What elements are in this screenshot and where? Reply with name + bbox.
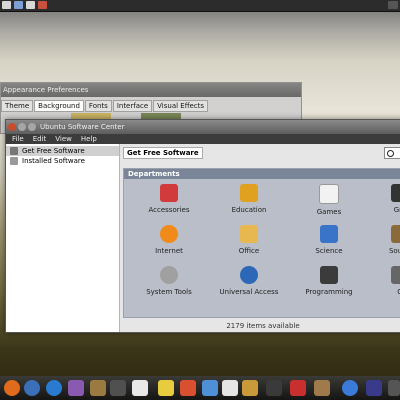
science-icon bbox=[320, 225, 338, 243]
department-education[interactable]: Education bbox=[214, 184, 284, 214]
department-accessories[interactable]: Accessories bbox=[134, 184, 204, 214]
search-icon bbox=[387, 149, 394, 157]
breadcrumb[interactable]: Get Free Software bbox=[123, 147, 203, 159]
app-launcher-icon[interactable] bbox=[38, 1, 47, 9]
sidebar-item-installed-software[interactable]: Installed Software bbox=[6, 156, 119, 166]
sidebar: Get Free Software Installed Software bbox=[6, 144, 120, 332]
thunderbird-icon[interactable] bbox=[24, 380, 40, 396]
department-office[interactable]: Office bbox=[214, 225, 284, 255]
programming-icon bbox=[320, 266, 338, 284]
office-icon bbox=[240, 225, 258, 243]
departments-panel: Departments Accessories Education Games … bbox=[123, 168, 400, 318]
accessories-icon bbox=[160, 184, 178, 202]
department-sound-video[interactable]: Sound bbox=[365, 225, 400, 255]
minimize-button[interactable] bbox=[18, 123, 26, 131]
power-icon[interactable] bbox=[388, 380, 400, 396]
firefox-icon[interactable] bbox=[4, 380, 20, 396]
applications-menu-icon[interactable] bbox=[2, 1, 11, 9]
top-panel bbox=[0, 0, 400, 12]
menu-help[interactable]: Help bbox=[81, 135, 97, 143]
department-science[interactable]: Science bbox=[294, 225, 364, 255]
ipod-icon[interactable] bbox=[132, 380, 148, 396]
network-icon[interactable] bbox=[46, 380, 62, 396]
tools-icon[interactable] bbox=[290, 380, 306, 396]
notes-icon[interactable] bbox=[158, 380, 174, 396]
search-input[interactable] bbox=[384, 147, 400, 159]
department-programming[interactable]: Programming bbox=[294, 266, 364, 296]
menu-view[interactable]: View bbox=[55, 135, 72, 143]
tab-background[interactable]: Background bbox=[34, 100, 84, 112]
department-other[interactable]: O bbox=[365, 266, 400, 296]
writer-icon[interactable] bbox=[222, 380, 238, 396]
tab-visual-effects[interactable]: Visual Effects bbox=[153, 100, 209, 112]
sound-icon bbox=[391, 225, 400, 243]
music-icon[interactable] bbox=[266, 380, 282, 396]
pidgin-icon[interactable] bbox=[68, 380, 84, 396]
files-launcher-icon[interactable] bbox=[26, 1, 35, 9]
internet-icon bbox=[160, 225, 178, 243]
tab-theme[interactable]: Theme bbox=[1, 100, 34, 112]
status-bar: 2179 items available bbox=[226, 322, 300, 330]
folder-icon[interactable] bbox=[242, 380, 258, 396]
department-graphics[interactable]: Gra bbox=[365, 184, 400, 214]
night-icon[interactable] bbox=[366, 380, 382, 396]
download-icon bbox=[10, 147, 18, 155]
appearance-window-title: Appearance Preferences bbox=[1, 83, 301, 97]
universal-access-icon bbox=[240, 266, 258, 284]
sidebar-item-get-free-software[interactable]: Get Free Software bbox=[6, 146, 119, 156]
photos-icon[interactable] bbox=[180, 380, 196, 396]
education-icon bbox=[240, 184, 258, 202]
office-icon[interactable] bbox=[202, 380, 218, 396]
sidebar-item-label: Get Free Software bbox=[22, 147, 85, 155]
other-icon bbox=[391, 266, 400, 284]
department-universal-access[interactable]: Universal Access bbox=[214, 266, 284, 296]
software-center-window: Ubuntu Software Center File Edit View He… bbox=[5, 119, 400, 333]
globe-icon[interactable] bbox=[342, 380, 358, 396]
tab-interface[interactable]: Interface bbox=[112, 100, 153, 112]
main-content: Get Free Software Departments Accessorie… bbox=[120, 144, 400, 332]
computer-icon bbox=[10, 157, 18, 165]
departments-heading: Departments bbox=[124, 169, 400, 179]
department-games[interactable]: Games bbox=[294, 184, 364, 216]
games-icon bbox=[319, 184, 339, 204]
tab-fonts[interactable]: Fonts bbox=[84, 100, 112, 112]
chat-icon[interactable] bbox=[314, 380, 330, 396]
graphics-icon bbox=[391, 184, 400, 202]
browser-launcher-icon[interactable] bbox=[14, 1, 23, 9]
window-titlebar[interactable]: Ubuntu Software Center bbox=[6, 120, 400, 134]
close-button[interactable] bbox=[8, 123, 16, 131]
menu-bar: File Edit View Help bbox=[6, 134, 400, 144]
department-internet[interactable]: Internet bbox=[134, 225, 204, 255]
indicator-icon[interactable] bbox=[388, 1, 398, 9]
terminal-icon[interactable] bbox=[110, 380, 126, 396]
menu-file[interactable]: File bbox=[12, 135, 24, 143]
camera-icon[interactable] bbox=[90, 380, 106, 396]
maximize-button[interactable] bbox=[28, 123, 36, 131]
department-system-tools[interactable]: System Tools bbox=[134, 266, 204, 296]
taskbar bbox=[0, 376, 400, 400]
window-title: Ubuntu Software Center bbox=[40, 123, 125, 131]
menu-edit[interactable]: Edit bbox=[33, 135, 47, 143]
sidebar-item-label: Installed Software bbox=[22, 157, 85, 165]
system-tools-icon bbox=[160, 266, 178, 284]
